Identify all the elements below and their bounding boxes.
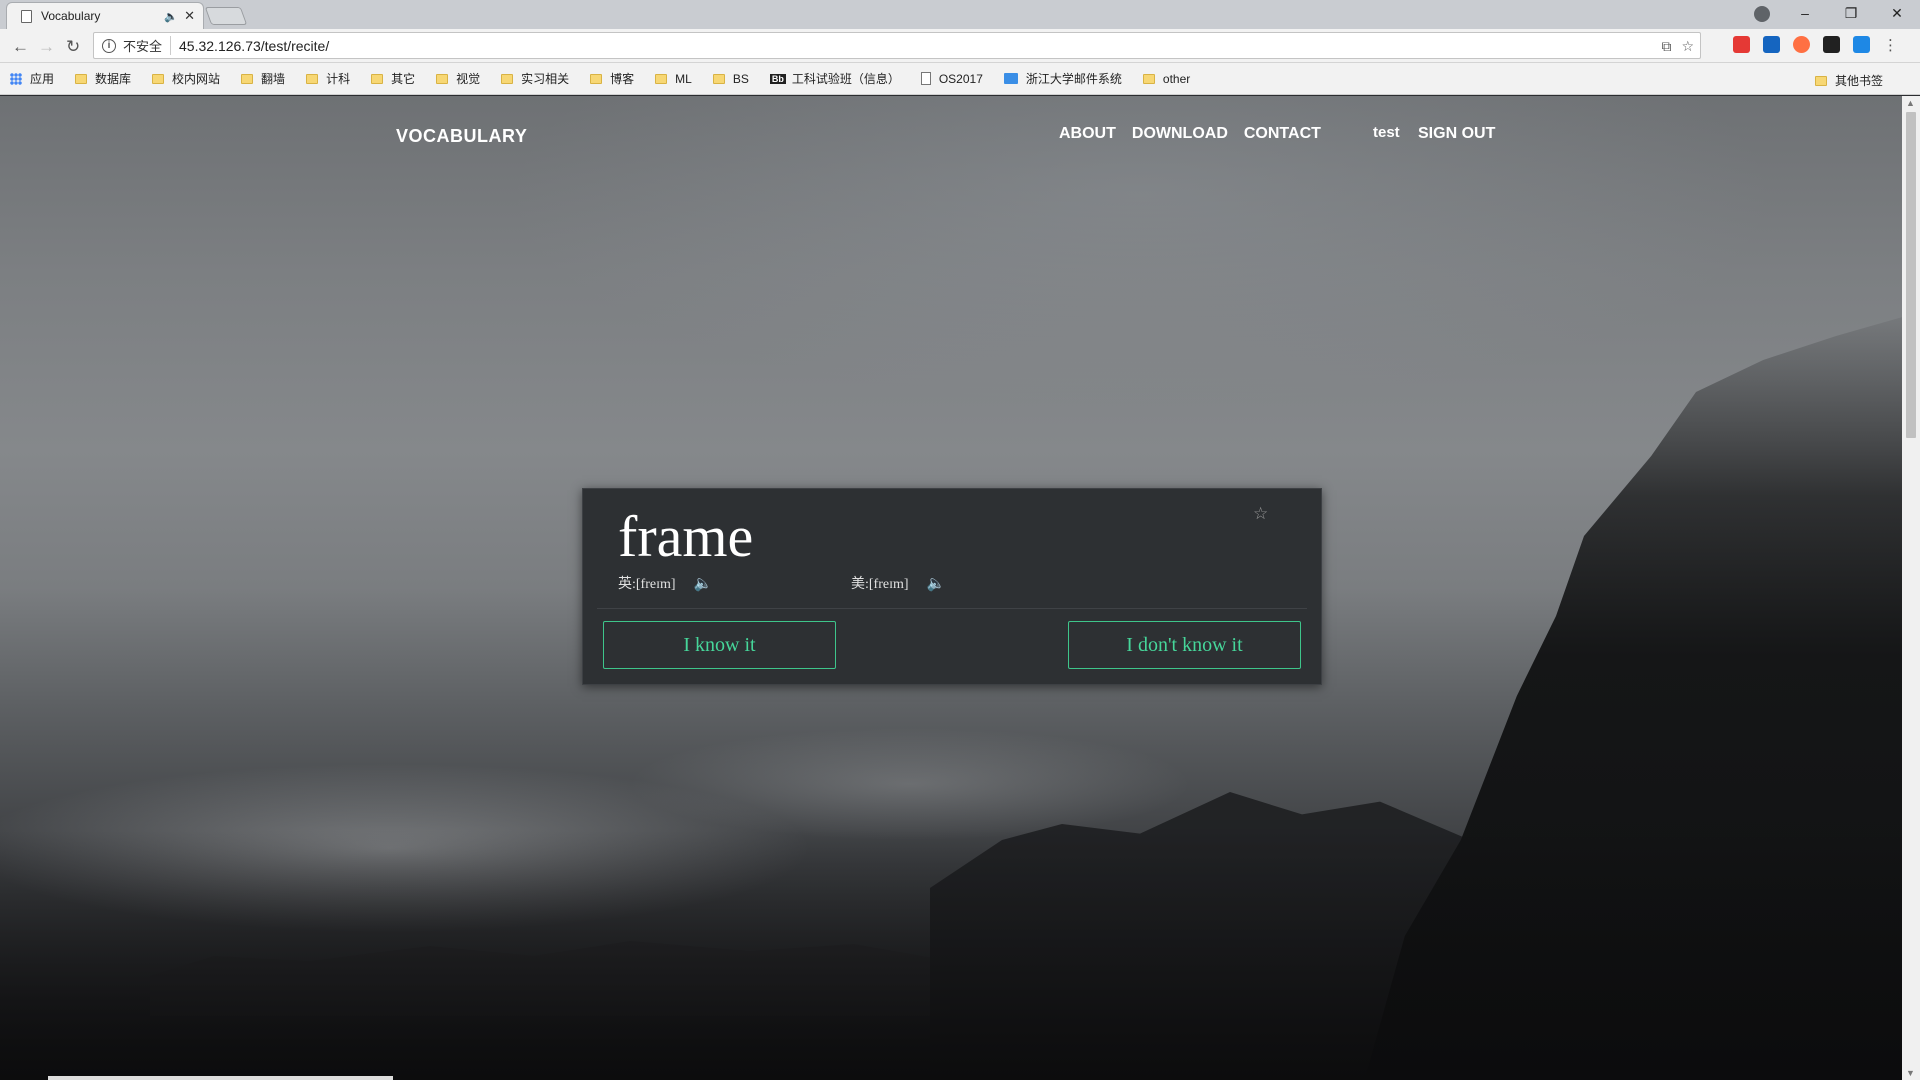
url-text[interactable]: 45.32.126.73/test/recite/: [179, 38, 329, 54]
extension-icon[interactable]: [1763, 36, 1780, 53]
bookmark-link[interactable]: 浙江大学邮件系统: [1003, 70, 1122, 87]
bookmark-folder[interactable]: 翻墙: [241, 70, 285, 87]
forward-icon[interactable]: →: [38, 37, 55, 57]
folder-icon: [371, 73, 384, 84]
uk-speaker-icon[interactable]: 🔈: [694, 574, 713, 593]
bookmark-folder[interactable]: 校内网站: [152, 70, 220, 87]
apps-icon: [10, 72, 22, 85]
extension-icon[interactable]: [1823, 36, 1840, 53]
minimize-icon[interactable]: –: [1782, 5, 1828, 21]
page-viewport: VOCABULARY ABOUT DOWNLOAD CONTACT test S…: [0, 96, 1902, 1080]
vertical-scrollbar[interactable]: ▲ ▼: [1902, 96, 1920, 1080]
know-it-button[interactable]: I know it: [603, 621, 836, 669]
folder-icon: [241, 73, 254, 84]
uk-phonetic: 英:[freɪm]: [618, 577, 676, 592]
us-phonetic: 美:[freɪm]: [851, 577, 909, 592]
extension-icon[interactable]: [1733, 36, 1750, 53]
nav-contact[interactable]: CONTACT: [1244, 125, 1321, 143]
card-divider: [597, 608, 1307, 609]
bookmark-apps[interactable]: 应用: [10, 70, 54, 87]
us-speaker-icon[interactable]: 🔈: [927, 574, 946, 593]
close-tab-icon[interactable]: ✕: [184, 8, 195, 24]
extension-icon[interactable]: [1853, 36, 1870, 53]
site-brand[interactable]: VOCABULARY: [396, 126, 527, 147]
bookmarks-bar: 应用 数据库 校内网站 翻墙 计科 其它 视觉 实习相关 博客 ML BS Bb…: [0, 63, 1920, 95]
speaker-icon[interactable]: 🔈: [164, 10, 178, 23]
back-icon[interactable]: ←: [12, 37, 29, 57]
bookmark-folder[interactable]: other: [1142, 72, 1190, 86]
file-icon: [920, 72, 931, 85]
bookmark-star-icon[interactable]: ☆: [1681, 38, 1694, 55]
bookmark-link[interactable]: OS2017: [920, 72, 983, 86]
close-window-icon[interactable]: ✕: [1874, 5, 1920, 22]
browser-tab[interactable]: Vocabulary 🔈 ✕: [6, 2, 204, 29]
folder-icon: [75, 73, 88, 84]
uk-pronunciation: 英:[freɪm] 🔈: [618, 573, 712, 593]
scroll-up-icon[interactable]: ▲: [1906, 98, 1915, 108]
restore-icon[interactable]: ❐: [1828, 5, 1874, 22]
new-tab-button[interactable]: [204, 7, 248, 25]
browser-toolbar: ← → ↻ i 不安全 45.32.126.73/test/recite/ ⧉ …: [0, 29, 1920, 63]
other-bookmarks[interactable]: 其他书签: [1814, 72, 1883, 89]
folder-icon: [152, 73, 165, 84]
nav-links: ABOUT DOWNLOAD CONTACT: [1059, 125, 1337, 143]
address-bar[interactable]: i 不安全 45.32.126.73/test/recite/ ⧉ ☆: [93, 32, 1701, 59]
bookmark-folder[interactable]: 博客: [590, 70, 634, 87]
site-navbar: VOCABULARY ABOUT DOWNLOAD CONTACT test S…: [0, 96, 1902, 176]
menu-icon[interactable]: ⋮: [1883, 36, 1898, 54]
document-icon: [21, 9, 32, 23]
favorite-star-icon[interactable]: ☆: [1253, 504, 1268, 524]
folder-icon: [655, 73, 668, 84]
dont-know-it-button[interactable]: I don't know it: [1068, 621, 1301, 669]
folder-icon: [436, 73, 449, 84]
window-controls: – ❐ ✕: [1782, 0, 1920, 26]
bookmark-folder[interactable]: 数据库: [75, 70, 131, 87]
bookmark-folder[interactable]: 视觉: [436, 70, 480, 87]
nav-username[interactable]: test: [1373, 124, 1400, 141]
tab-bar: Vocabulary 🔈 ✕ – ❐ ✕: [0, 0, 1920, 29]
mail-icon: [1003, 73, 1018, 84]
scroll-down-icon[interactable]: ▼: [1906, 1068, 1915, 1078]
bookmark-link[interactable]: Bb 工科试验班（信息）: [769, 70, 900, 87]
tab-title: Vocabulary: [41, 9, 101, 23]
nav-download[interactable]: DOWNLOAD: [1132, 125, 1228, 143]
folder-icon: [1814, 75, 1827, 86]
extension-icon[interactable]: [1793, 36, 1810, 53]
nav-about[interactable]: ABOUT: [1059, 125, 1116, 143]
bookmark-folder[interactable]: ML: [655, 72, 692, 86]
scroll-thumb[interactable]: [1906, 112, 1916, 438]
folder-icon: [590, 73, 603, 84]
reload-icon[interactable]: ↻: [66, 37, 80, 57]
word-card: frame ☆ 英:[freɪm] 🔈 美:[freɪm] 🔈 I know i…: [582, 488, 1322, 685]
folder-icon: [306, 73, 319, 84]
nav-signout[interactable]: SIGN OUT: [1418, 125, 1495, 143]
background-fade: [0, 830, 1902, 1080]
profile-icon[interactable]: [1754, 6, 1770, 22]
us-pronunciation: 美:[freɪm] 🔈: [851, 573, 945, 593]
translate-icon[interactable]: ⧉: [1661, 38, 1671, 55]
security-label: 不安全: [123, 36, 172, 55]
folder-icon: [1142, 73, 1155, 84]
folder-icon: [712, 73, 725, 84]
bookmark-folder[interactable]: 计科: [306, 70, 350, 87]
bookmark-folder[interactable]: 其它: [371, 70, 415, 87]
info-icon[interactable]: i: [102, 38, 116, 53]
horizontal-scroll-indicator: [48, 1076, 393, 1080]
bookmark-folder[interactable]: BS: [712, 72, 749, 86]
blackboard-icon: Bb: [769, 73, 786, 84]
extension-icons: ⋮: [1733, 36, 1898, 54]
folder-icon: [501, 73, 514, 84]
bookmark-folder[interactable]: 实习相关: [501, 70, 569, 87]
word-title: frame: [618, 504, 754, 569]
